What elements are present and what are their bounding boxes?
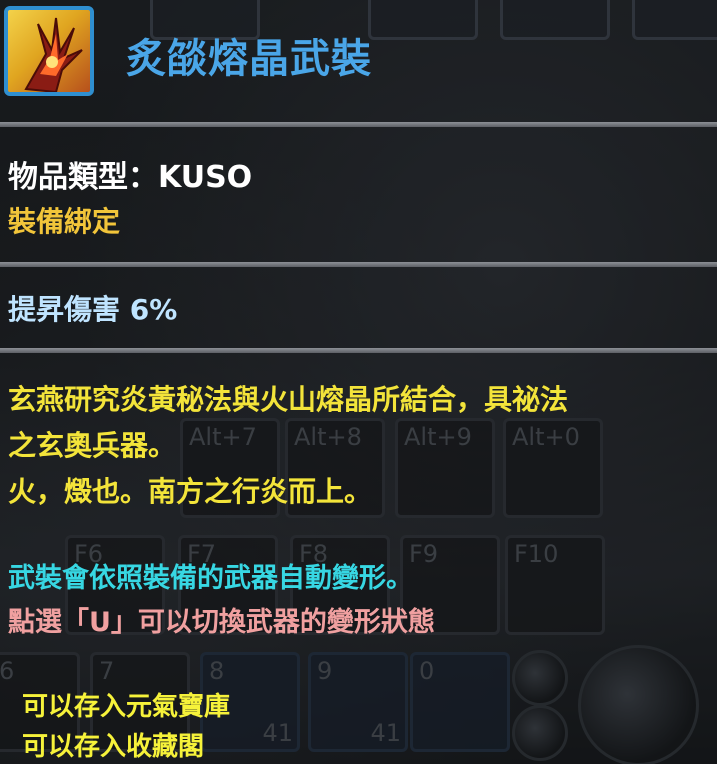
item-title: 炙燄熔晶武裝	[126, 36, 372, 82]
lore-line: 之玄奧兵器。	[8, 429, 177, 462]
item-type: 物品類型：KUSO	[8, 160, 253, 195]
item-stat: 提昇傷害 6%	[8, 293, 178, 326]
item-icon	[4, 6, 94, 96]
lore-line: 火，燬也。南方之行炎而上。	[8, 475, 373, 508]
divider	[0, 262, 717, 267]
bind-status: 裝備綁定	[8, 205, 121, 238]
note-line: 點選「U」可以切換武器的變形狀態	[8, 607, 435, 638]
storage-line: 可以存入元氣寶庫	[22, 692, 231, 722]
storage-line: 可以存入收藏閣	[22, 732, 205, 762]
tooltip-header: 炙燄熔晶武裝	[0, 0, 717, 120]
flame-claw-icon	[24, 17, 83, 92]
lore-line: 玄燕研究炎黃秘法與火山熔晶所結合，具祕法	[8, 383, 569, 416]
note-line: 武裝會依照裝備的武器自動變形。	[8, 563, 413, 594]
divider	[0, 348, 717, 353]
divider	[0, 122, 717, 127]
item-tooltip: 炙燄熔晶武裝 物品類型：KUSO 裝備綁定 提昇傷害 6% 玄燕研究炎黃秘法與火…	[0, 0, 717, 764]
